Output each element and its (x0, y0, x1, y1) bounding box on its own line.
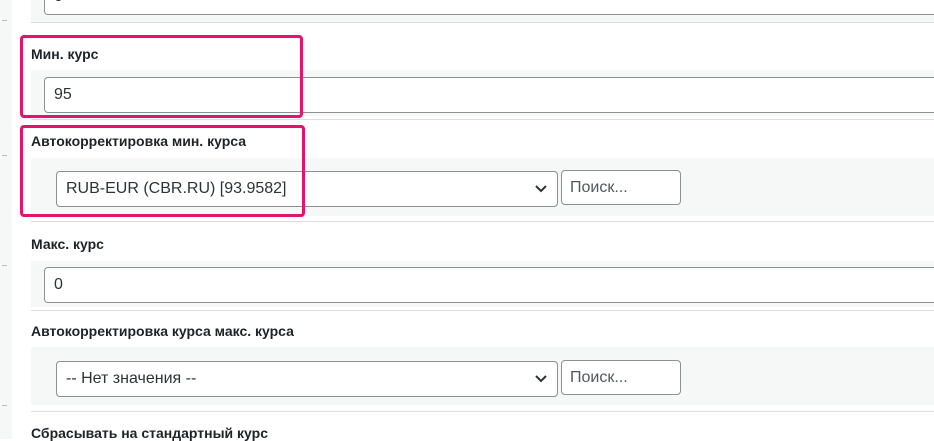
max-autocorrect-selected: -- Нет значения -- (66, 370, 197, 387)
chevron-down-icon (535, 375, 547, 383)
left-edge-strip (0, 0, 12, 439)
divider (31, 411, 934, 412)
divider (31, 22, 934, 23)
top-value: 0 (54, 0, 63, 5)
left-tick (2, 20, 7, 21)
min-autocorrect-search[interactable]: Поиск... (561, 170, 681, 205)
search-placeholder: Поиск... (570, 369, 628, 386)
left-tick (2, 155, 7, 156)
max-autocorrect-label: Автокорректировка курса макс. курса (31, 323, 294, 339)
divider (31, 310, 934, 311)
max-rate-input[interactable]: 0 (44, 267, 934, 303)
highlight-box (20, 125, 305, 217)
divider (31, 119, 934, 120)
divider (31, 221, 934, 222)
chevron-down-icon (535, 185, 547, 193)
max-autocorrect-search[interactable]: Поиск... (561, 360, 681, 395)
highlight-box (20, 35, 303, 118)
left-tick (2, 265, 7, 266)
top-value-input[interactable]: 0 (44, 0, 934, 15)
max-rate-value: 0 (54, 276, 63, 293)
max-rate-label: Макс. курс (31, 236, 104, 252)
left-tick (2, 405, 7, 406)
search-placeholder: Поиск... (570, 179, 628, 196)
max-autocorrect-select[interactable]: -- Нет значения -- (56, 361, 558, 397)
